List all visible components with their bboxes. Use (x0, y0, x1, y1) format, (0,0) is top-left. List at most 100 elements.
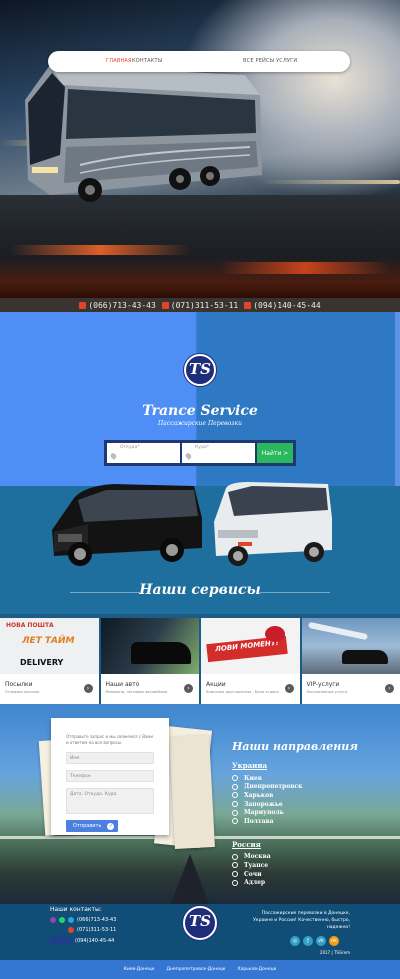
city-item[interactable]: Полтава (232, 817, 358, 826)
footer-phone[interactable]: (071)311-53-11 (50, 927, 116, 933)
city-item[interactable]: Туапсе (232, 861, 358, 870)
card-title: VIP-услуги (306, 681, 340, 688)
services-title: Наши сервисы (139, 582, 261, 598)
city-label: Туапсе (244, 861, 269, 869)
card-title: Наши авто (105, 681, 140, 688)
route-search: Откуда* Куда* Найти > (104, 440, 296, 466)
vk-icon[interactable]: vk (316, 936, 326, 946)
arrow-right-icon[interactable]: › (284, 684, 294, 693)
card-desc: Компания двусторонняя - Была отдана (206, 690, 279, 694)
city-item[interactable]: Киев (232, 774, 358, 783)
directions-title: Наши направления (232, 740, 358, 753)
city-label: Запорожье (244, 800, 283, 808)
name-field[interactable]: Имя (66, 752, 154, 764)
send-icon: ✓ (107, 822, 115, 830)
city-item[interactable]: Мариуполь (232, 808, 358, 817)
hero-banner (0, 0, 400, 298)
city-item[interactable]: Сочи (232, 870, 358, 879)
to-field[interactable]: Куда* (182, 443, 255, 463)
to-label: Куда* (195, 445, 209, 450)
russia-cities: Москва Туапсе Сочи Адлер (232, 853, 358, 887)
whatsapp-icon (59, 917, 65, 923)
brand-title: Trance Service (142, 403, 258, 419)
ts-logo[interactable]: TS (184, 354, 216, 386)
phone-item[interactable]: (066)713-43-43 (79, 301, 156, 310)
phone-item[interactable]: (094)140-45-44 (244, 301, 321, 310)
road-perspective (170, 854, 210, 906)
location-pin-icon (184, 452, 193, 460)
service-card-cars[interactable]: Наши авто Минивэны, легковые автомобили … (100, 618, 199, 704)
footer-about: Пассажирские перевозки в Донецке, Украин… (253, 911, 350, 930)
odnoklassniki-icon[interactable]: ƒ (303, 936, 313, 946)
arrow-right-icon[interactable]: › (184, 684, 193, 693)
vip-image (301, 618, 400, 674)
nav-all-routes[interactable]: ВСЕ РЕЙСЫ (243, 58, 274, 64)
route-link[interactable]: Киев-Донецк (124, 967, 155, 972)
city-item[interactable]: Запорожье (232, 800, 358, 809)
footer-contacts: Наши контакты: (066)713-43-43 (071)311-5… (50, 906, 116, 944)
services-cards: НОВА ПОШТА ЛЕТ ТАЙМ DELIVERY Посылки Отп… (0, 618, 400, 704)
city-item[interactable]: Адлер (232, 878, 358, 887)
social-links: ◎ ƒ vk ok (290, 936, 339, 946)
bottom-links: Киев-Донецк Днепропетровск-Донецк Харько… (0, 960, 400, 979)
phone-field[interactable]: Телефон (66, 770, 154, 782)
main-nav: ГЛАВНАЯ КОНТАКТЫ ВСЕ РЕЙСЫ УСЛУГИ (48, 51, 350, 72)
location-pin-icon (109, 452, 118, 460)
city-label: Днепропетровск (244, 783, 303, 791)
message-field[interactable]: Дата. Откуда. Куда (66, 788, 154, 814)
phone-icon (161, 301, 169, 309)
radio-icon (232, 879, 238, 886)
radio-icon (232, 818, 238, 825)
find-button[interactable]: Найти > (257, 443, 293, 463)
footer-phone-number: (071)311-53-11 (77, 927, 117, 933)
limo-shape (341, 650, 388, 664)
car-shape (130, 642, 191, 664)
phone-icon (68, 927, 74, 933)
bus-image (25, 65, 262, 202)
ukraine-cities: Киев Днепропетровск Харьков Запорожье Ма… (232, 774, 358, 826)
promo-image: ЛОВИ МОМЕНТ! (201, 618, 300, 674)
service-card-parcels[interactable]: НОВА ПОШТА ЛЕТ ТАЙМ DELIVERY Посылки Отп… (0, 618, 99, 704)
nav-services[interactable]: УСЛУГИ (276, 58, 297, 64)
nav-contacts[interactable]: КОНТАКТЫ (132, 58, 162, 64)
card-desc: Эксклюзивные услуги (306, 690, 348, 694)
phone-icon (244, 301, 252, 309)
arrow-right-icon[interactable]: › (83, 684, 93, 693)
footer-phone-number: (066)713-43-43 (77, 917, 117, 923)
telegram-icon (68, 917, 74, 923)
nav-home[interactable]: ГЛАВНАЯ (106, 58, 132, 64)
send-button[interactable]: Отправить ✓ (66, 820, 118, 832)
arrow-right-icon[interactable]: › (385, 684, 394, 693)
city-label: Сочи (244, 870, 262, 878)
copyright: 2017 | TSGrem (319, 950, 350, 955)
city-item[interactable]: Москва (232, 853, 358, 862)
city-item[interactable]: Днепропетровск (232, 783, 358, 792)
nav-bg-edge (395, 312, 400, 486)
cars-image (100, 618, 199, 674)
white-van-image (214, 482, 332, 566)
phone-icon (79, 301, 87, 309)
ok-icon[interactable]: ok (329, 936, 339, 946)
radio-icon (232, 809, 238, 816)
footer-phone[interactable]: (094)140-45-44 (50, 937, 116, 944)
footer-logo[interactable]: TS (183, 906, 217, 940)
from-field[interactable]: Откуда* (107, 443, 180, 463)
gift-bow (265, 626, 285, 642)
route-link[interactable]: Днепропетровск-Донецк (167, 967, 226, 972)
directions-panel: Наши направления Украина Киев Днепропетр… (232, 740, 358, 887)
instagram-icon[interactable]: ◎ (290, 936, 300, 946)
contact-form: Отправьте запрос и мы свяжемся с Вами и … (51, 718, 169, 835)
city-label: Полтава (244, 817, 274, 825)
footer-phone-number: (094)140-45-44 (75, 937, 115, 944)
footer-phone[interactable]: (066)713-43-43 (50, 917, 116, 923)
radio-icon (232, 792, 238, 799)
route-link[interactable]: Харьков-Донецк (238, 967, 277, 972)
country-russia: Россия (232, 839, 261, 849)
radio-icon (232, 775, 238, 782)
phone-item[interactable]: (071)311-53-11 (161, 301, 238, 310)
service-card-vip[interactable]: VIP-услуги Эксклюзивные услуги › (301, 618, 400, 704)
service-card-promo[interactable]: ЛОВИ МОМЕНТ! Акции Компания двусторонняя… (201, 618, 300, 704)
city-label: Киев (244, 774, 262, 782)
card-desc: Минивэны, легковые автомобили (105, 690, 168, 694)
city-item[interactable]: Харьков (232, 791, 358, 800)
